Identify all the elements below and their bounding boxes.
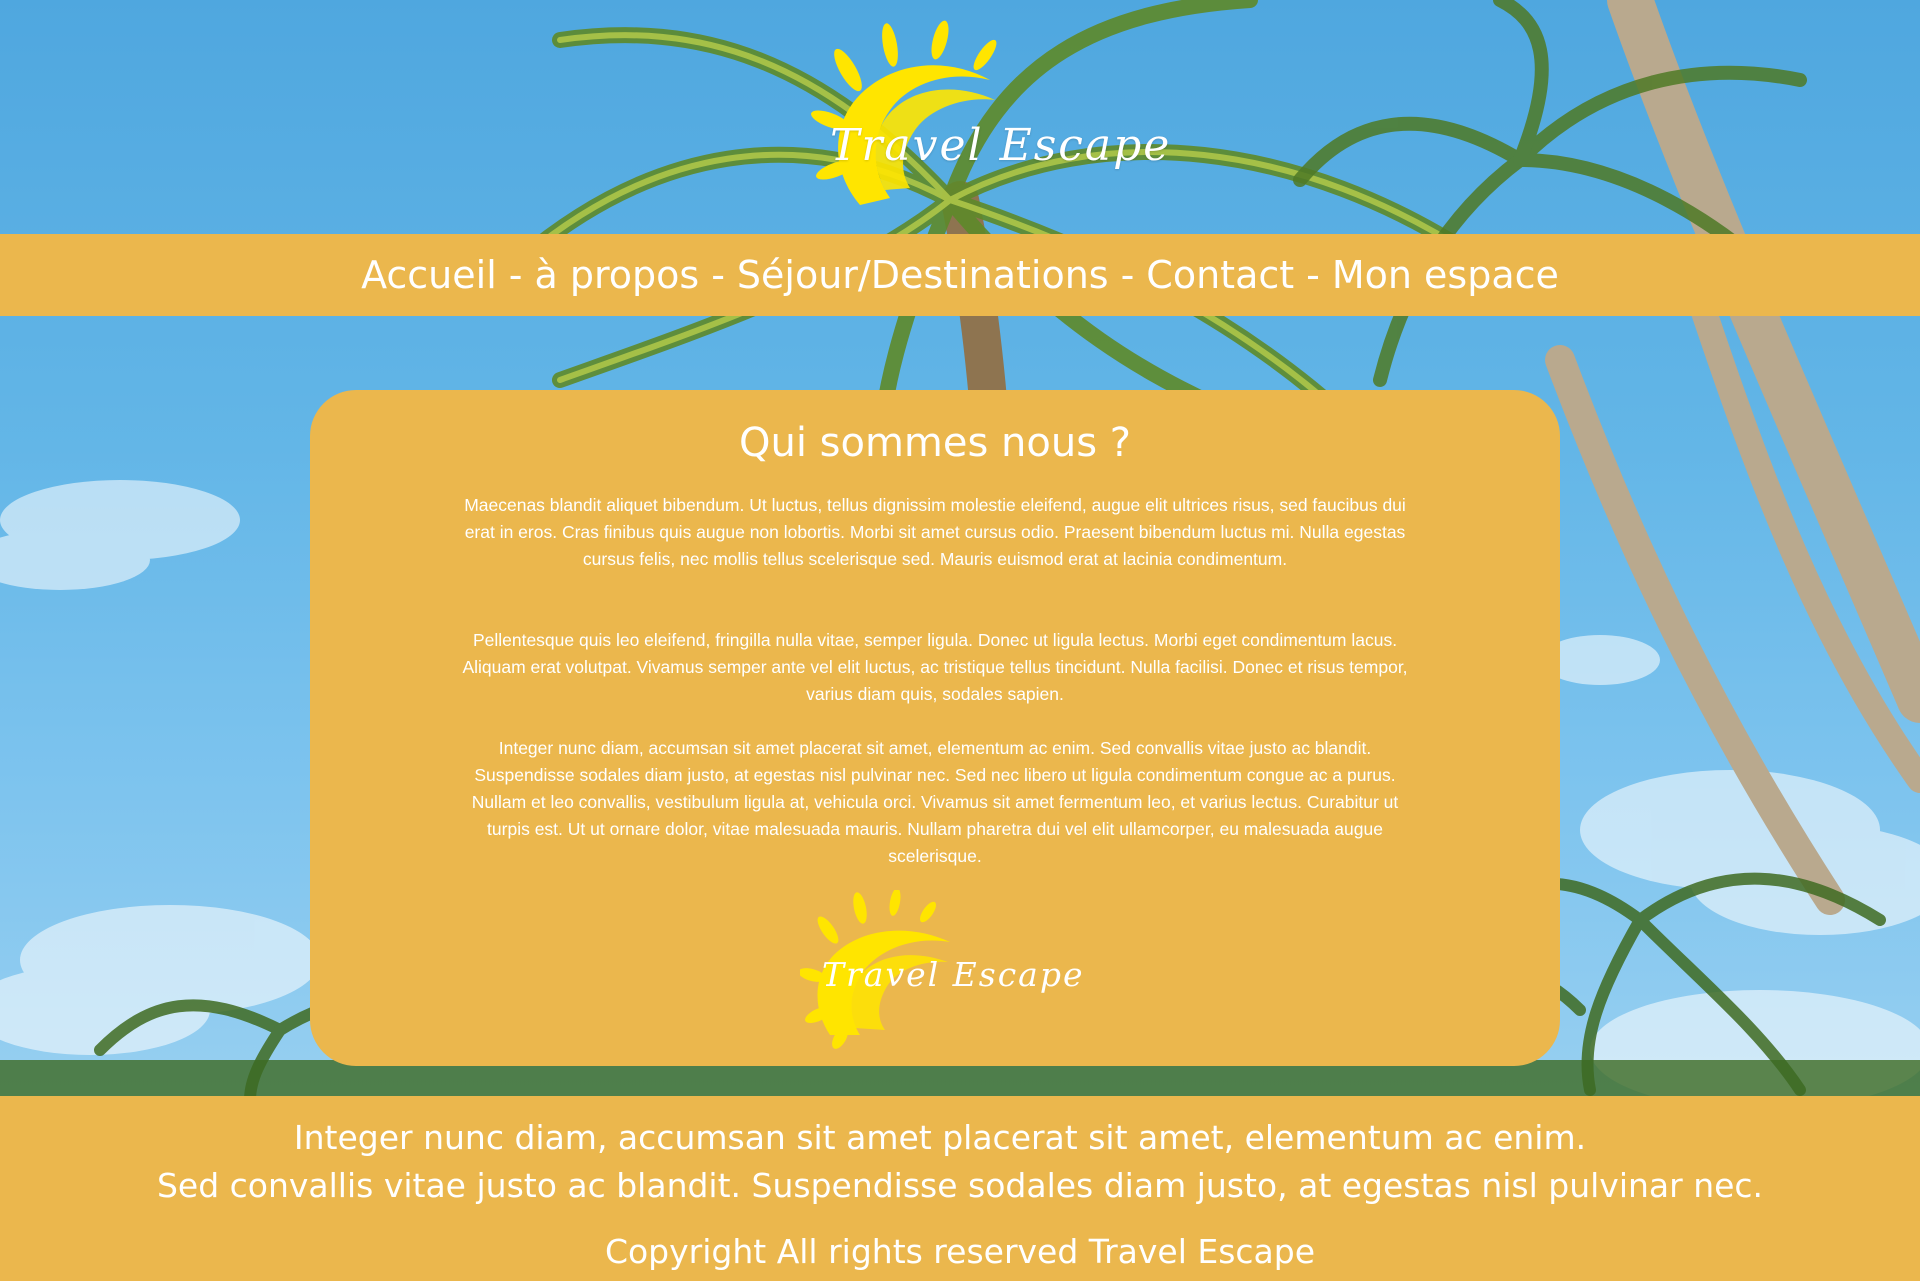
main-nav: Accueil - à propos - Séjour/Destinations… [0, 234, 1920, 316]
logo-text: Travel Escape [822, 955, 1085, 994]
about-paragraph-2: Pellentesque quis leo eleifend, fringill… [462, 630, 1408, 704]
about-paragraph-3: Integer nunc diam, accumsan sit amet pla… [471, 738, 1399, 866]
nav-separator: - [508, 253, 523, 297]
footer-text-line-1: Integer nunc diam, accumsan sit amet pla… [293, 1118, 1587, 1157]
nav-item-a-propos[interactable]: à propos [534, 253, 699, 297]
about-card: Qui sommes nous ? Maecenas blandit aliqu… [310, 390, 1560, 1066]
nav-item-sejour-destinations[interactable]: Séjour/Destinations [737, 253, 1109, 297]
header-logo[interactable]: Travel Escape [790, 20, 1169, 220]
logo-text: Travel Escape [830, 120, 1172, 171]
nav-separator: - [1306, 253, 1320, 297]
footer-text-line-2: Sed convallis vitae justo ac blandit. Su… [156, 1166, 1764, 1205]
nav-separator: - [1120, 253, 1135, 297]
about-paragraph-1: Maecenas blandit aliquet bibendum. Ut lu… [464, 495, 1406, 569]
footer: Integer nunc diam, accumsan sit amet pla… [0, 1096, 1920, 1281]
page-title: Qui sommes nous ? [738, 420, 1132, 466]
card-logo: Travel Escape [800, 890, 1090, 1050]
nav-separator: - [711, 253, 725, 297]
footer-copyright: Copyright All rights reserved Travel Esc… [604, 1232, 1316, 1271]
nav-item-accueil[interactable]: Accueil [361, 253, 497, 297]
nav-item-mon-espace[interactable]: Mon espace [1332, 253, 1559, 297]
nav-item-contact[interactable]: Contact [1146, 253, 1294, 297]
